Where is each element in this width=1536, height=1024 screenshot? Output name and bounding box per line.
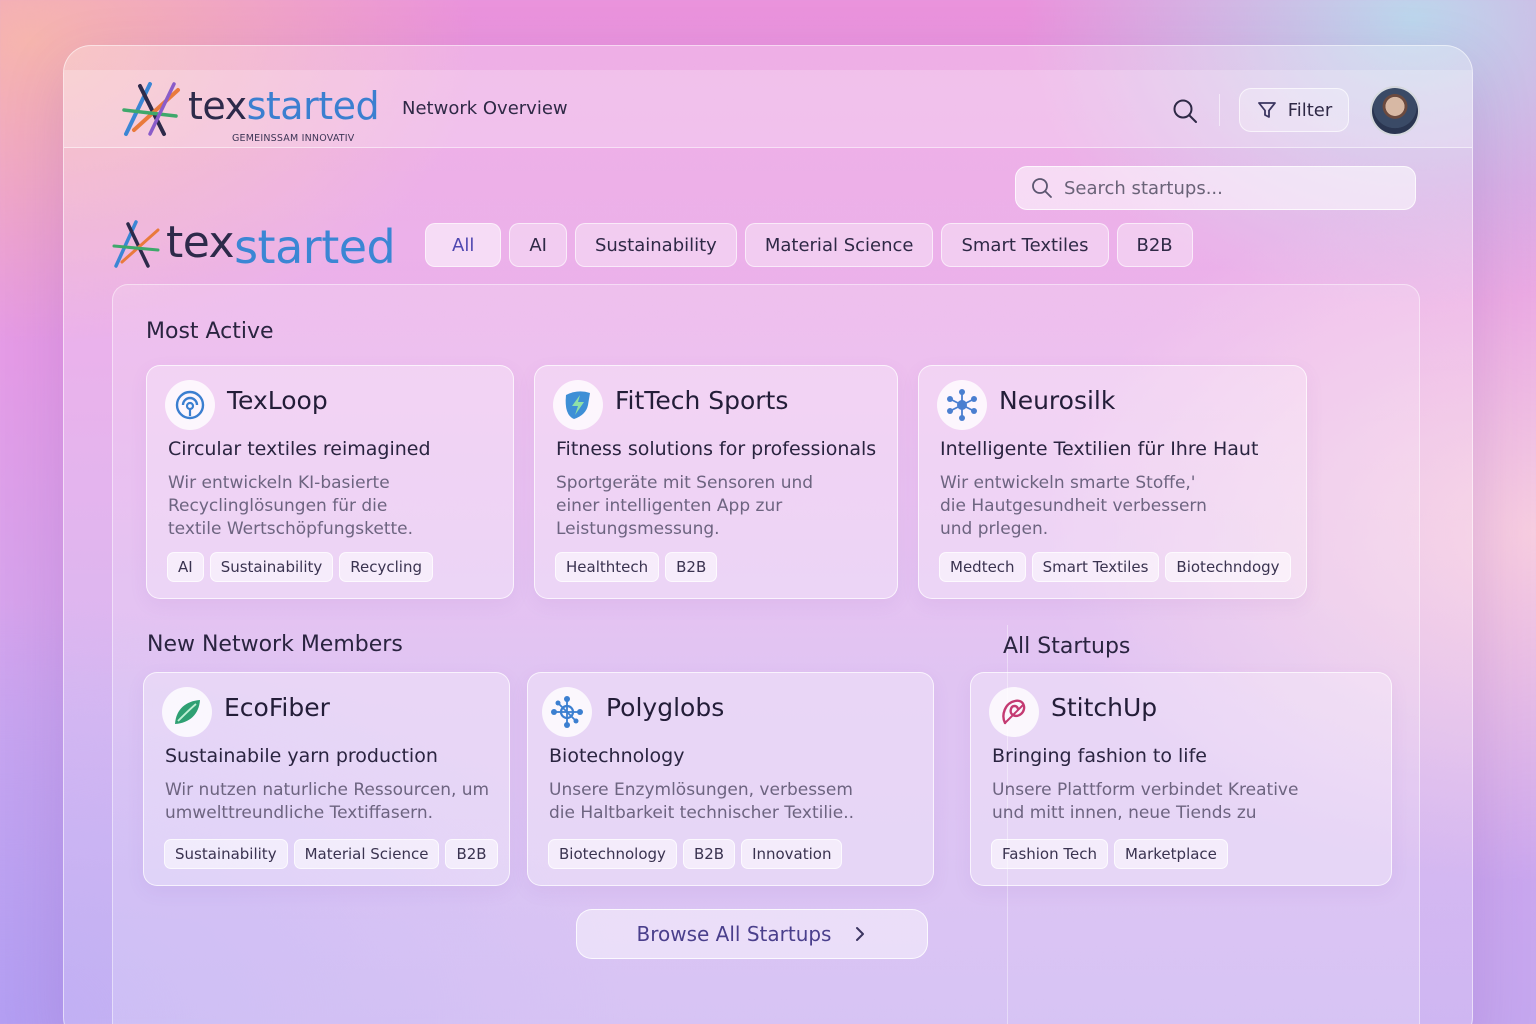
brand-wordmark: texstarted xyxy=(188,84,380,128)
tag-pill[interactable]: B2B xyxy=(682,839,736,869)
startup-tags: Sustainability Material Science B2B xyxy=(164,839,498,869)
startup-tagline: Sustainabile yarn production xyxy=(165,745,438,767)
startup-tags: Medtech Smart Textiles Biotechndogy xyxy=(939,552,1291,582)
lightning-icon xyxy=(565,391,590,419)
tag-pill[interactable]: Fashion Tech xyxy=(991,839,1108,869)
ecofiber-logo xyxy=(162,687,212,737)
startup-description: Wir nutzen naturliche Ressourcen, um umw… xyxy=(165,780,490,823)
stitchup-logo xyxy=(989,687,1039,737)
chip-ai[interactable]: AI xyxy=(509,223,567,267)
chip-smart-textiles[interactable]: Smart Textiles xyxy=(941,223,1109,267)
startup-description: Sportgeräte mit Sensoren und einer intel… xyxy=(556,473,814,539)
tag-pill[interactable]: B2B xyxy=(445,839,498,869)
swirl-icon xyxy=(1002,699,1026,725)
app-window: texstarted GEMEINSSAM INNOVATIV Network … xyxy=(63,45,1473,1024)
startup-tags: Healthtech B2B xyxy=(555,552,718,582)
startup-tagline: Bringing fashion to life xyxy=(992,745,1207,767)
network-molecule-icon xyxy=(947,389,977,421)
fittech-logo xyxy=(553,380,603,430)
tag-pill[interactable]: B2B xyxy=(665,552,718,582)
startup-card-texloop[interactable]: TexLoop Circular textiles reimagined Wir… xyxy=(146,365,514,599)
filter-button[interactable]: Filter xyxy=(1239,88,1349,132)
toolbar-divider xyxy=(1219,94,1220,126)
tag-pill[interactable]: AI xyxy=(167,552,204,582)
brand-logo[interactable]: texstarted GEMEINSSAM INNOVATIV xyxy=(120,80,380,144)
startups-panel: Most Active TexLoop Circular textiles re… xyxy=(112,284,1420,1024)
startup-name: Polyglobs xyxy=(606,693,725,722)
startup-tags: AI Sustainability Recycling xyxy=(167,552,433,582)
section-title-all-startups: All Startups xyxy=(1003,634,1131,659)
recycle-loop-icon xyxy=(175,390,205,420)
startup-tagline: Intelligente Textilien für Ihre Haut xyxy=(940,438,1259,460)
tag-pill[interactable]: Healthtech xyxy=(555,552,660,582)
startup-name: EcoFiber xyxy=(224,693,330,722)
startup-card-stitchup[interactable]: StitchUp Bringing fashion to life Unsere… xyxy=(970,672,1392,886)
search-placeholder: Search startups... xyxy=(1064,177,1223,199)
search-icon[interactable] xyxy=(1170,96,1200,126)
neurosilk-logo xyxy=(937,380,987,430)
search-startups-input[interactable]: Search startups... xyxy=(1015,166,1416,210)
funnel-icon xyxy=(1257,102,1276,118)
tag-pill[interactable]: Biotechnology xyxy=(548,839,677,869)
chip-sustainability[interactable]: Sustainability xyxy=(574,223,737,267)
brand-logo-mark-icon xyxy=(122,82,180,136)
tag-pill[interactable]: Smart Textiles xyxy=(1031,552,1160,582)
startup-card-polyglobs[interactable]: Polyglobs Biotechnology Unsere Enzymlösu… xyxy=(527,672,934,886)
chip-material-science[interactable]: Material Science xyxy=(744,223,934,267)
startup-card-neurosilk[interactable]: Neurosilk Intelligente Textilien für Ihr… xyxy=(918,365,1307,599)
tag-pill[interactable]: Innovation xyxy=(741,839,843,869)
hero-brand-logo: texstarted xyxy=(112,216,402,274)
startup-tagline: Fitness solutions for professionals xyxy=(556,438,877,460)
user-avatar[interactable] xyxy=(1370,86,1420,136)
tag-pill[interactable]: Biotechndogy xyxy=(1165,552,1291,582)
hero-brand-wordmark: texstarted xyxy=(166,217,396,274)
leaf-icon xyxy=(175,700,200,724)
section-title-new-members: New Network Members xyxy=(147,632,403,657)
tag-pill[interactable]: Material Science xyxy=(293,839,440,869)
brand-tagline: GEMEINSSAM INNOVATIV xyxy=(232,133,355,144)
startup-name: TexLoop xyxy=(227,386,328,415)
chip-all[interactable]: All xyxy=(425,223,502,267)
brand-logo-mark-icon xyxy=(112,220,160,268)
startup-name: Neurosilk xyxy=(999,386,1116,415)
startup-name: FitTech Sports xyxy=(615,386,789,415)
category-filter-chips: All AI Sustainability Material Science S… xyxy=(425,223,1193,267)
tag-pill[interactable]: Marketplace xyxy=(1113,839,1228,869)
chip-b2b[interactable]: B2B xyxy=(1116,223,1193,267)
tag-pill[interactable]: Recycling xyxy=(339,552,433,582)
nav-title[interactable]: Network Overview xyxy=(402,98,568,119)
startup-tagline: Circular textiles reimagined xyxy=(168,438,431,460)
startup-description: Unsere Plattform verbindet Kreative und … xyxy=(992,780,1299,823)
startup-tags: Fashion Tech Marketplace xyxy=(991,839,1228,869)
tag-pill[interactable]: Sustainability xyxy=(164,839,288,869)
browse-all-startups-button[interactable]: Browse All Startups xyxy=(576,909,928,959)
startup-tags: Biotechnology B2B Innovation xyxy=(548,839,843,869)
filter-button-label: Filter xyxy=(1287,99,1333,121)
molecule-icon xyxy=(551,696,583,728)
startup-description: Wir entwickeln smarte Stoffe,' die Hautg… xyxy=(940,473,1207,539)
startup-description: Wir entwickeln KI-basierte Recyclinglösu… xyxy=(168,473,414,539)
tag-pill[interactable]: Sustainability xyxy=(209,552,334,582)
chevron-right-icon xyxy=(856,927,865,941)
top-navigation-bar: texstarted GEMEINSSAM INNOVATIV Network … xyxy=(64,70,1472,148)
texloop-logo xyxy=(165,380,215,430)
startup-card-fittech-sports[interactable]: FitTech Sports Fitness solutions for pro… xyxy=(534,365,898,599)
startup-name: StitchUp xyxy=(1051,693,1158,722)
search-icon xyxy=(1032,178,1052,198)
startup-tagline: Biotechnology xyxy=(549,745,685,767)
polyglobs-logo xyxy=(542,687,592,737)
tag-pill[interactable]: Medtech xyxy=(939,552,1026,582)
startup-description: Unsere Enzymlösungen, verbessem die Halt… xyxy=(549,780,855,823)
browse-button-label: Browse All Startups xyxy=(636,922,832,946)
startup-card-ecofiber[interactable]: EcoFiber Sustainabile yarn production Wi… xyxy=(143,672,510,886)
section-title-most-active: Most Active xyxy=(146,319,274,344)
